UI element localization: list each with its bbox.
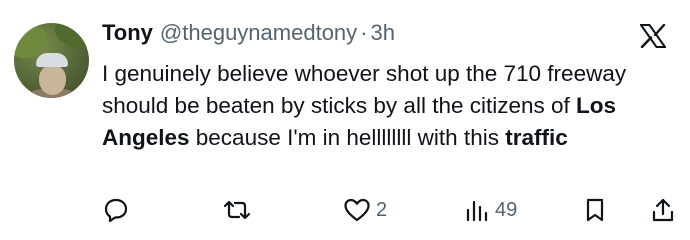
avatar[interactable] — [14, 23, 89, 98]
like-button[interactable]: 2 — [343, 195, 387, 225]
action-bar: 2 49 — [0, 195, 690, 227]
reply-button[interactable] — [103, 195, 129, 225]
x-logo-icon[interactable] — [639, 23, 667, 49]
avatar-face — [39, 65, 66, 95]
tweet-text-part: I genuinely believe whoever shot up the … — [102, 61, 627, 118]
retweet-icon — [222, 197, 252, 223]
bookmark-button[interactable] — [583, 195, 607, 225]
tweet-card[interactable]: Tony @theguynamedtony · 3h I genuinely b… — [0, 0, 690, 240]
author-handle[interactable]: @theguynamedtony — [160, 20, 357, 46]
author-name[interactable]: Tony — [102, 20, 153, 46]
avatar-foliage — [50, 23, 89, 54]
tweet-text-bold: traffic — [505, 125, 568, 150]
share-icon — [650, 197, 676, 223]
avatar-hat — [36, 53, 68, 67]
tweet-text-part: because I'm in hellllllll with this — [189, 125, 506, 150]
tweet-header: Tony @theguynamedtony · 3h — [102, 20, 395, 50]
views-icon — [464, 197, 490, 223]
heart-icon — [343, 197, 371, 223]
views-button[interactable]: 49 — [464, 195, 517, 225]
tweet-text: I genuinely believe whoever shot up the … — [102, 58, 677, 154]
bookmark-icon — [583, 197, 607, 223]
reply-icon — [103, 197, 129, 223]
retweet-button[interactable] — [222, 195, 252, 225]
views-count: 49 — [495, 198, 518, 221]
share-button[interactable] — [650, 195, 676, 225]
tweet-timestamp[interactable]: 3h — [371, 20, 395, 46]
separator-dot: · — [360, 20, 368, 45]
like-count: 2 — [376, 198, 388, 221]
